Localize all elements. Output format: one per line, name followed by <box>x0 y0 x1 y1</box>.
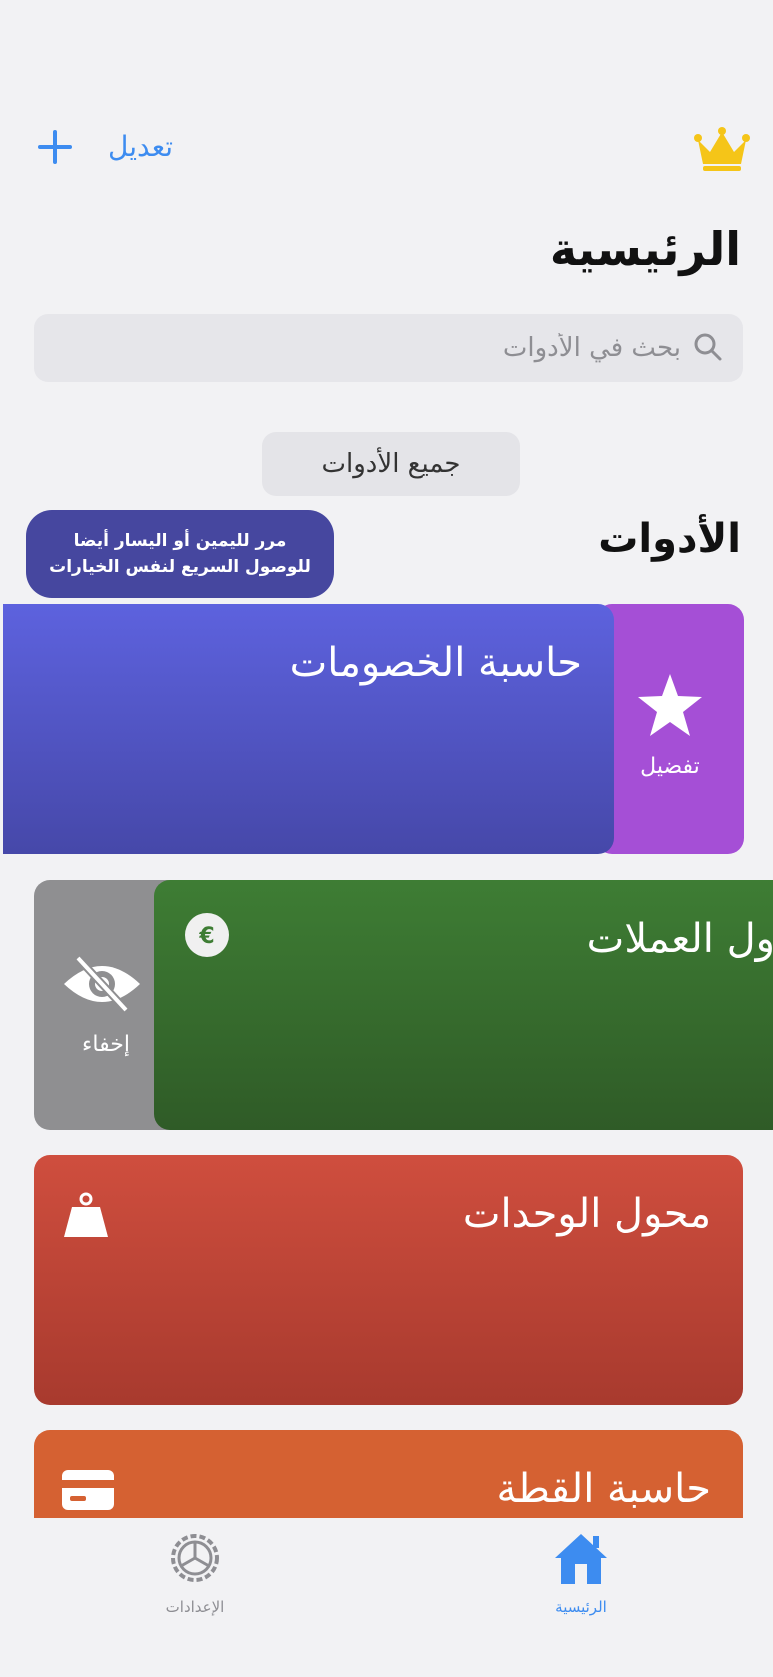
tab-bar: الرئيسية الإعدادات <box>0 1518 773 1677</box>
favorite-label: تفضيل <box>640 754 700 779</box>
edit-button[interactable]: تعديل <box>108 130 173 163</box>
add-button[interactable] <box>36 128 74 166</box>
tool-card-title: ول العملات <box>586 916 773 962</box>
section-title: الأدوات <box>598 516 741 562</box>
eye-slash-icon <box>64 955 140 1013</box>
tab-settings[interactable]: الإعدادات <box>120 1528 270 1628</box>
swipe-tip-line2: للوصول السريع لنفس الخيارات <box>49 557 311 577</box>
filter-all-tools[interactable]: جميع الأدوات <box>262 432 520 496</box>
tab-home[interactable]: الرئيسية <box>506 1528 656 1628</box>
search-bar[interactable] <box>34 314 743 382</box>
favorite-action[interactable]: تفضيل <box>596 604 744 854</box>
swipe-tip: مرر لليمين أو اليسار أيضا للوصول السريع … <box>26 510 334 598</box>
home-icon <box>555 1534 607 1584</box>
tab-settings-label: الإعدادات <box>165 1598 225 1616</box>
svg-text:€: € <box>198 924 214 949</box>
app-screen: تعديل الرئيسية جميع الأدوات مرر لليمين أ… <box>0 0 773 1677</box>
swipe-tip-line1: مرر لليمين أو اليسار أيضا <box>73 531 287 551</box>
tool-card-title: حاسبة القطة <box>496 1466 711 1512</box>
weight-icon <box>64 1192 108 1237</box>
crown-icon[interactable] <box>693 126 751 172</box>
card-icon <box>62 1470 114 1510</box>
search-input[interactable] <box>121 328 681 368</box>
tool-card-unit-converter[interactable]: محول الوحدات <box>34 1155 743 1405</box>
tab-home-label: الرئيسية <box>555 1598 607 1616</box>
search-icon <box>694 333 722 361</box>
tool-card-currency-converter[interactable]: ول العملات € <box>154 880 773 1130</box>
tool-card-discount-calculator[interactable]: حاسبة الخصومات <box>3 604 614 854</box>
currency-icon: € <box>185 913 229 957</box>
tool-card-title: حاسبة الخصومات <box>289 640 582 686</box>
star-icon <box>638 674 702 736</box>
page-title: الرئيسية <box>549 222 741 276</box>
tool-card-title: محول الوحدات <box>462 1191 711 1237</box>
gear-icon <box>171 1534 219 1582</box>
